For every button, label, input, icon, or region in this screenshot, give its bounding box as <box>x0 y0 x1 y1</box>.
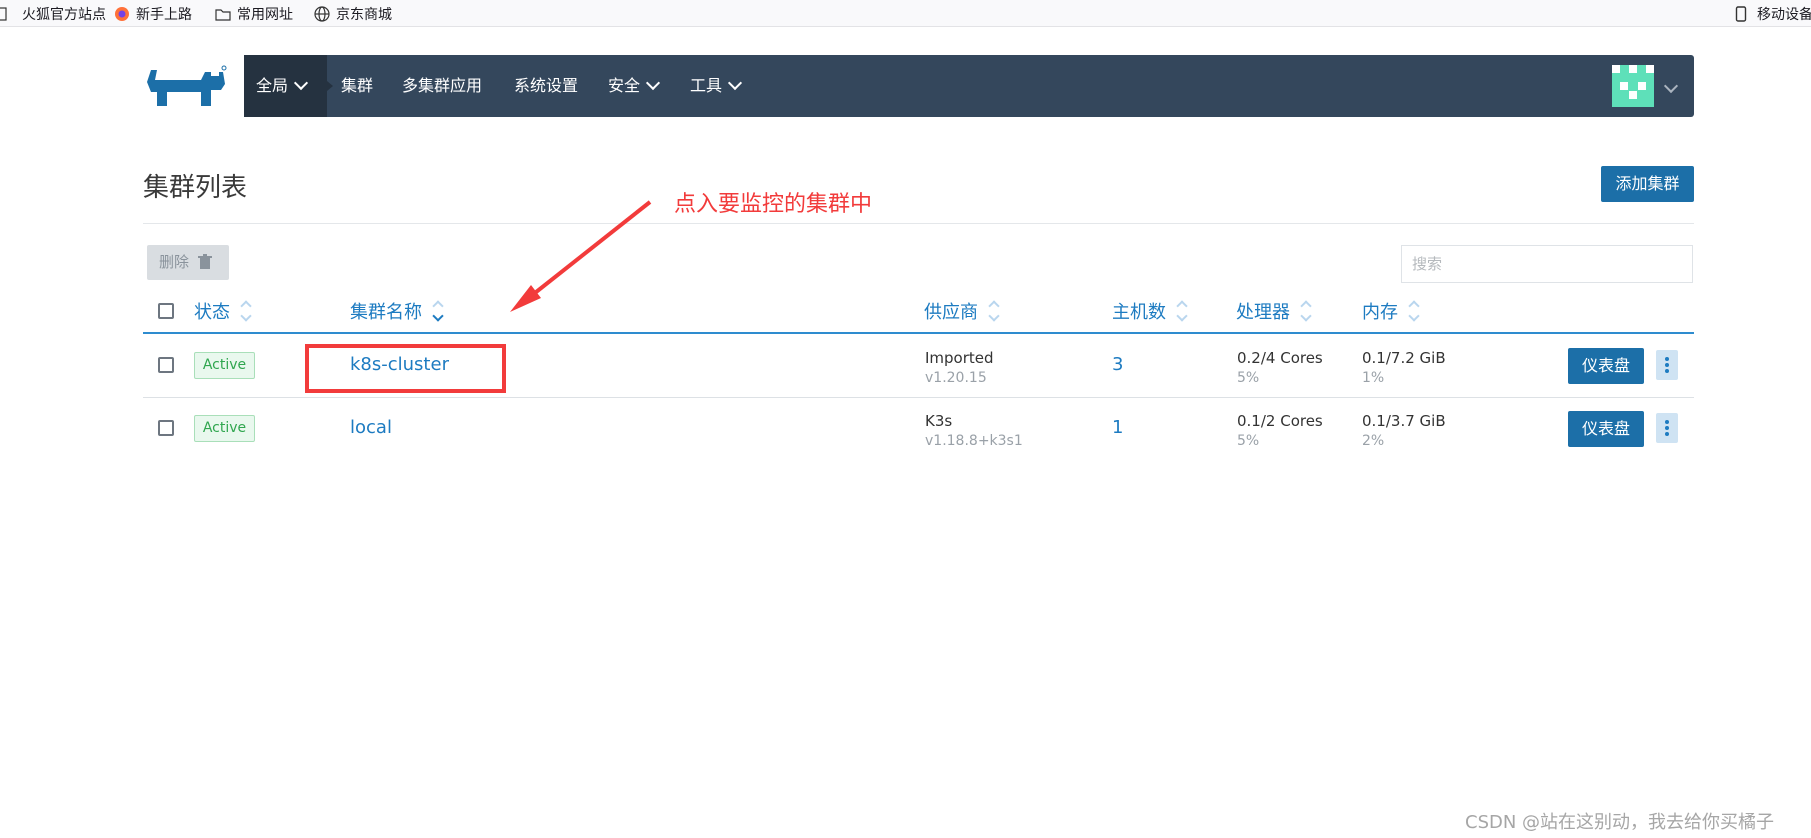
annotation-arrow <box>510 200 652 312</box>
annotation-text: 点入要监控的集群中 <box>674 192 873 217</box>
watermark: CSDN @站在这别动，我去给你买橘子 <box>1465 812 1775 833</box>
annotation-highlight-box <box>305 344 506 393</box>
